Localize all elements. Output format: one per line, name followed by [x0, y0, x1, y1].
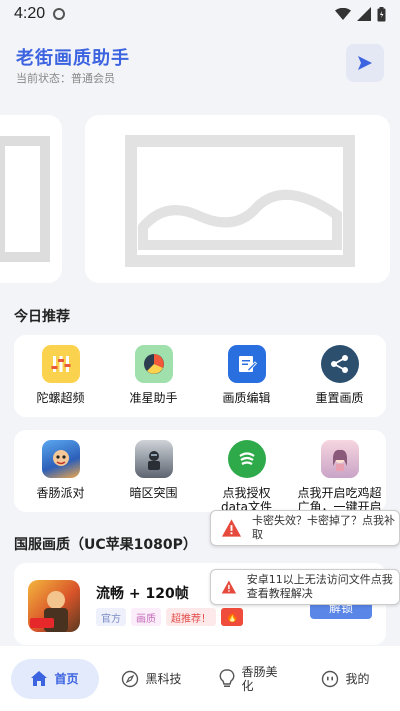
tool-arena-breakout[interactable]: 暗区突围 [109, 440, 199, 514]
tool-label: 暗区突围 [129, 486, 178, 500]
nav-home[interactable]: 首页 [10, 658, 99, 699]
nav-label: 我的 [345, 671, 370, 686]
game-tags: 官方 画质 超推荐！ 🔥 [96, 608, 244, 626]
leaf-icon [227, 440, 266, 478]
tool-label: 重置画质 [315, 391, 364, 405]
profile-icon [322, 670, 339, 687]
warning-icon [221, 580, 237, 594]
status-icons [335, 6, 386, 22]
tool-label: 香肠派对 [36, 486, 85, 500]
signal-icon [357, 7, 371, 21]
toast-card-issue[interactable]: 卡密失效？卡密掉了？点我补取 [210, 510, 400, 546]
banner-slide-prev[interactable] [0, 115, 62, 283]
nav-profile[interactable]: 我的 [302, 659, 390, 699]
tool-quality-editor[interactable]: 画质编辑 [202, 345, 292, 405]
banner-slide-current[interactable] [85, 115, 390, 283]
nav-label: 黑科技 [145, 671, 182, 686]
tool-wide-angle[interactable]: 点我开启吃鸡超 广角，一键开启 [295, 440, 385, 514]
tools-card-2: 香肠派对 暗区突围 点我授权 data文件 点我开启吃鸡超 广角，一键开启 [14, 430, 386, 514]
section-cn-server-title: 国服画质（UC苹果1080P） [14, 537, 197, 553]
tool-authorize-data[interactable]: 点我授权 data文件 [202, 440, 292, 514]
send-icon [358, 56, 372, 70]
header: 老街画质助手 当前状态：普通会员 [0, 30, 400, 100]
image-placeholder-icon [125, 135, 355, 267]
tool-label: 陀螺超频 [36, 391, 85, 405]
warning-icon [221, 519, 242, 537]
anime-girl-icon [320, 440, 359, 478]
nav-black-tech[interactable]: 黑科技 [108, 659, 196, 699]
app-title: 老街画质助手 [16, 48, 130, 69]
send-button[interactable] [346, 44, 384, 82]
nav-label: 香肠美 化 [241, 664, 278, 693]
tool-label: 准星助手 [129, 391, 178, 405]
sausage-party-icon [41, 440, 80, 478]
status-bar: 4:20 [0, 0, 400, 28]
game-thumbnail [28, 580, 80, 632]
tag-quality: 画质 [131, 608, 161, 626]
home-icon [31, 670, 48, 686]
tool-sausage-party[interactable]: 香肠派对 [16, 440, 106, 514]
game-title: 流畅 + 120帧 [96, 586, 189, 602]
status-time: 4:20 [14, 5, 46, 22]
wifi-icon [335, 7, 351, 20]
nav-label: 首页 [54, 671, 79, 686]
toast-android11[interactable]: 安卓11以上无法访问文件点我查看教程解决 [210, 569, 400, 605]
toast-message: 安卓11以上无法访问文件点我查看教程解决 [246, 573, 393, 600]
compass-icon [122, 670, 139, 687]
edit-doc-icon [227, 345, 266, 383]
nav-sausage-beautify[interactable]: 香肠美 化 [205, 659, 293, 699]
tag-recommended: 超推荐！ [166, 608, 216, 626]
arena-breakout-icon [134, 440, 173, 478]
section-today-title: 今日推荐 [14, 309, 70, 325]
share-icon [320, 345, 359, 383]
tool-label: 画质编辑 [222, 391, 271, 405]
sync-icon [53, 8, 66, 20]
fire-icon: 🔥 [221, 608, 244, 626]
tools-card-1: 陀螺超频 准星助手 画质编辑 重置画质 [14, 335, 386, 417]
equalizer-icon [41, 345, 80, 383]
crosshair-pie-icon [134, 345, 173, 383]
bulb-icon [220, 668, 235, 687]
tool-crosshair-helper[interactable]: 准星助手 [109, 345, 199, 405]
member-status: 当前状态：普通会员 [16, 72, 115, 85]
battery-icon [377, 6, 386, 21]
tool-reset-quality[interactable]: 重置画质 [295, 345, 385, 405]
bottom-nav: 首页 黑科技 香肠美 化 我的 [0, 646, 400, 711]
tool-gyro-overclock[interactable]: 陀螺超频 [16, 345, 106, 405]
tag-official: 官方 [96, 608, 126, 626]
image-placeholder-icon [0, 136, 50, 262]
toast-message: 卡密失效？卡密掉了？点我补取 [252, 514, 395, 541]
